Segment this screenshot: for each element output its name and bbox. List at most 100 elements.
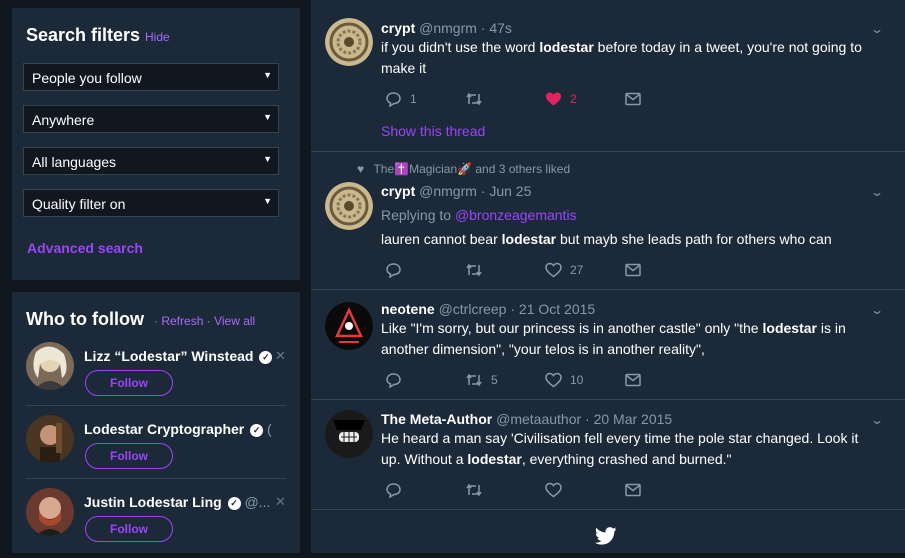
avatar[interactable] — [325, 18, 373, 66]
reply-button[interactable] — [385, 262, 402, 280]
avatar[interactable] — [325, 410, 373, 458]
follow-button[interactable]: Follow — [85, 443, 173, 469]
who-to-follow-panel: Who to follow · Refresh · View all Lizz … — [12, 292, 300, 553]
dropdown-arrow-icon: ▼ — [263, 70, 272, 80]
mention-link[interactable]: @bronzeagemantis — [455, 207, 577, 223]
chevron-down-icon[interactable]: ⌄ — [870, 303, 884, 317]
tweet-meta[interactable]: @nmgrm · 47s — [419, 20, 512, 36]
search-filters-title: Search filters — [26, 25, 141, 45]
reply-icon — [386, 92, 401, 108]
verified-icon: ✓ — [227, 497, 241, 510]
message-button[interactable] — [625, 482, 641, 500]
retweet-icon — [466, 373, 482, 387]
suggested-user: Lizz “Lodestar” Winstead ✓ ✕ Follow — [26, 342, 286, 412]
divider — [26, 405, 286, 406]
separator-dot: · — [136, 29, 140, 43]
quality-filter-value: Quality filter on — [32, 196, 126, 212]
retweet-button[interactable] — [465, 482, 483, 500]
like-icon — [545, 372, 562, 388]
reply-icon — [386, 263, 401, 279]
tweet[interactable]: crypt @nmgrm · 47s ⌄ if you didn't use t… — [311, 0, 905, 152]
chevron-down-icon[interactable]: ⌄ — [870, 185, 884, 199]
tweet[interactable]: The Meta-Author @metaauthor · 20 Mar 201… — [311, 400, 905, 510]
message-icon — [625, 483, 641, 497]
dropdown-arrow-icon: ▼ — [263, 112, 272, 122]
tweet-actions: 1 2 — [385, 91, 645, 109]
avatar[interactable] — [325, 182, 373, 230]
message-button[interactable] — [625, 262, 641, 280]
who-to-follow-links: · Refresh · View all — [154, 314, 255, 328]
show-thread-link[interactable]: Show this thread — [381, 123, 485, 139]
separator-dot: · — [154, 314, 158, 328]
tweet-actions: 27 — [385, 262, 645, 280]
tweet-meta[interactable]: @metaauthor · 20 Mar 2015 — [496, 411, 672, 427]
retweet-icon — [466, 92, 482, 106]
tweet-author-name[interactable]: neotene — [381, 301, 435, 317]
tweet-text: if you didn't use the word lodestar befo… — [381, 39, 862, 76]
chevron-down-icon[interactable]: ⌄ — [870, 22, 884, 36]
verified-icon: ✓ — [259, 351, 273, 364]
message-icon — [625, 263, 641, 277]
avatar[interactable] — [325, 302, 373, 350]
user-name[interactable]: Lizz “Lodestar” Winstead ✓ — [84, 348, 273, 364]
reply-button[interactable]: 1 — [385, 91, 417, 109]
retweet-icon — [466, 483, 482, 497]
close-icon[interactable]: ✕ — [275, 348, 286, 364]
suggested-user: Lodestar Cryptographer ✓ ( Follow — [26, 415, 286, 485]
close-icon[interactable]: ✕ — [275, 494, 286, 510]
avatar[interactable] — [26, 415, 74, 463]
tweet-meta[interactable]: @nmgrm · Jun 25 — [419, 183, 531, 199]
reply-button[interactable] — [385, 372, 402, 390]
tweet-meta[interactable]: @ctrlcreep · 21 Oct 2015 — [439, 301, 596, 317]
verified-icon: ✓ — [250, 424, 264, 437]
advanced-search-link[interactable]: Advanced search — [27, 240, 143, 256]
replying-to: Replying to @bronzeagemantis — [381, 207, 577, 223]
user-name[interactable]: Justin Lodestar Ling ✓ @... — [84, 494, 270, 510]
hide-filters-link[interactable]: Hide — [145, 30, 170, 44]
message-button[interactable] — [625, 91, 641, 109]
tweet-author-name[interactable]: crypt — [381, 20, 415, 36]
quality-filter-select[interactable]: Quality filter on ▼ — [23, 189, 279, 217]
message-icon — [625, 92, 641, 106]
location-filter-value: Anywhere — [32, 112, 95, 128]
view-all-link[interactable]: View all — [214, 314, 255, 328]
avatar[interactable] — [26, 488, 74, 536]
social-context: ♥ The✝️Magician🚀 and 3 others liked — [357, 162, 571, 176]
tweet-text: He heard a man say 'Civilisation fell ev… — [381, 430, 859, 467]
follow-button[interactable]: Follow — [85, 370, 173, 396]
follow-button[interactable]: Follow — [85, 516, 173, 542]
like-icon — [545, 482, 562, 498]
avatar[interactable] — [26, 342, 74, 390]
like-button[interactable]: 10 — [545, 372, 583, 390]
reply-icon — [386, 373, 401, 389]
chevron-down-icon[interactable]: ⌄ — [870, 413, 884, 427]
tweet[interactable]: ♥ The✝️Magician🚀 and 3 others liked cryp… — [311, 152, 905, 290]
language-filter-select[interactable]: All languages ▼ — [23, 147, 279, 175]
like-button[interactable] — [545, 482, 562, 500]
tweet-author-name[interactable]: crypt — [381, 183, 415, 199]
message-button[interactable] — [625, 372, 641, 390]
retweet-button[interactable] — [465, 262, 483, 280]
tweet-author-name[interactable]: The Meta-Author — [381, 411, 492, 427]
who-to-follow-title: Who to follow — [26, 309, 144, 329]
people-filter-select[interactable]: People you follow ▼ — [23, 63, 279, 91]
dropdown-arrow-icon: ▼ — [263, 154, 272, 164]
location-filter-select[interactable]: Anywhere ▼ — [23, 105, 279, 133]
user-name[interactable]: Lodestar Cryptographer ✓ ( — [84, 421, 272, 437]
divider — [26, 478, 286, 479]
retweet-button[interactable]: 5 — [465, 372, 498, 390]
language-filter-value: All languages — [32, 154, 117, 170]
refresh-link[interactable]: Refresh — [161, 314, 203, 328]
suggested-user: Justin Lodestar Ling ✓ @... ✕ Follow — [26, 488, 286, 558]
people-filter-value: People you follow — [32, 70, 142, 86]
like-icon — [546, 92, 561, 106]
retweet-button[interactable] — [465, 91, 491, 109]
tweet-actions — [385, 482, 645, 500]
tweet[interactable]: neotene @ctrlcreep · 21 Oct 2015 ⌄ Like … — [311, 290, 905, 400]
retweet-icon — [466, 263, 482, 277]
like-button[interactable]: 2 — [545, 91, 577, 109]
like-button[interactable]: 27 — [545, 262, 583, 280]
reply-button[interactable] — [385, 482, 402, 500]
twitter-bird-icon — [595, 527, 617, 545]
tweet-text: Like "I'm sorry, but our princess is in … — [381, 320, 846, 357]
